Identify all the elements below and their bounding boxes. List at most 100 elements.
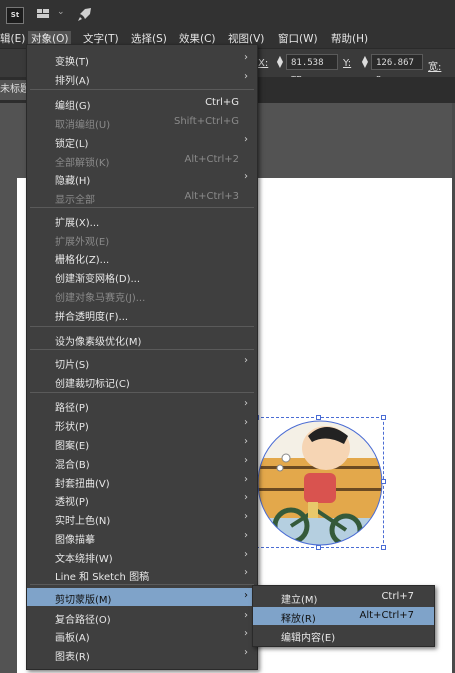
x-stepper-icon[interactable]: ▲ ▼ <box>275 55 285 69</box>
menu-item-label: 切片(S) <box>55 360 90 371</box>
menu-item[interactable]: 形状(P) › <box>27 415 257 433</box>
menu-item[interactable]: 文本绕排(W) › <box>27 547 257 565</box>
menu-item[interactable]: 图表(R) › <box>27 645 257 663</box>
menu-item[interactable]: 路径(P) › <box>27 396 257 414</box>
y-input[interactable]: 126.867 n <box>371 54 423 84</box>
menu-window[interactable]: 窗口(W) <box>278 31 318 46</box>
menu-item: 取消编组(U) Shift+Ctrl+G <box>27 113 257 131</box>
menu-item[interactable]: 编组(G) Ctrl+G <box>27 94 257 112</box>
selection-bounding-box[interactable] <box>254 415 386 550</box>
menu-item-label: 路径(P) <box>55 403 89 414</box>
document-tab[interactable]: 未标题 <box>0 80 26 100</box>
chevron-right-icon: › <box>244 355 248 366</box>
chevron-right-icon: › <box>244 590 248 601</box>
menu-item-label: 编组(G) <box>55 101 91 112</box>
menu-item[interactable]: 实时上色(N) › <box>27 509 257 527</box>
workspace-grid-icon[interactable] <box>37 9 49 18</box>
chevron-right-icon: › <box>244 511 248 522</box>
menu-item-label: 锁定(L) <box>55 139 89 150</box>
chevron-right-icon: › <box>244 171 248 182</box>
menu-edit[interactable]: 辑(E) <box>0 31 25 46</box>
menu-item-label: 形状(P) <box>55 422 89 433</box>
resize-handle[interactable] <box>316 545 321 550</box>
clipping-mask-submenu: 建立(M) Ctrl+7 释放(R) Alt+Ctrl+7 编辑内容(E) <box>252 585 435 647</box>
submenu-item-shortcut: Alt+Ctrl+7 <box>359 610 414 621</box>
chevron-right-icon: › <box>244 492 248 503</box>
menu-item-label: 创建对象马赛克(J)... <box>55 293 146 304</box>
submenu-item-release[interactable]: 释放(R) Alt+Ctrl+7 <box>253 607 434 625</box>
menu-item-shortcut: Ctrl+G <box>205 97 239 108</box>
menu-item-label: 取消编组(U) <box>55 120 111 131</box>
menu-item-label: 全部解锁(K) <box>55 158 110 169</box>
resize-handle[interactable] <box>316 415 321 420</box>
menu-item[interactable]: 隐藏(H) › <box>27 169 257 187</box>
menu-item[interactable]: 创建渐变网格(D)... <box>27 267 257 285</box>
menu-item-label: 设为像素级优化(M) <box>55 337 142 348</box>
menu-item[interactable]: 混合(B) › <box>27 453 257 471</box>
menu-item[interactable]: 画板(A) › <box>27 626 257 644</box>
submenu-item-label: 编辑内容(E) <box>281 633 336 644</box>
menu-separator <box>30 392 254 393</box>
menu-item[interactable]: 设为像素级优化(M) <box>27 330 257 348</box>
menu-item-label: 实时上色(N) <box>55 516 111 527</box>
menu-item[interactable]: 锁定(L) › <box>27 132 257 150</box>
submenu-item-edit-contents[interactable]: 编辑内容(E) <box>253 626 434 644</box>
submenu-item-label: 建立(M) <box>281 595 318 606</box>
submenu-item-label: 释放(R) <box>281 614 316 625</box>
rocket-icon[interactable] <box>77 6 93 22</box>
menu-item: 扩展外观(E) <box>27 230 257 248</box>
menu-item-label: 复合路径(O) <box>55 615 111 626</box>
chevron-down-icon[interactable]: ⌄ <box>57 7 65 17</box>
resize-handle[interactable] <box>381 415 386 420</box>
menu-item[interactable]: 变换(T) › <box>27 50 257 68</box>
menu-item-label: 显示全部 <box>55 195 95 206</box>
menu-item-label: 排列(A) <box>55 76 90 87</box>
menu-item-label: 文本绕排(W) <box>55 554 113 565</box>
menu-item-label: 变换(T) <box>55 57 89 68</box>
menu-item[interactable]: 透视(P) › <box>27 490 257 508</box>
menu-item[interactable]: 排列(A) › <box>27 69 257 87</box>
menu-item[interactable]: 扩展(X)... <box>27 211 257 229</box>
menu-item[interactable]: 封套扭曲(V) › <box>27 472 257 490</box>
menu-item[interactable]: 拼合透明度(F)... <box>27 305 257 323</box>
chevron-right-icon: › <box>244 398 248 409</box>
menu-item[interactable]: 创建裁切标记(C) <box>27 372 257 390</box>
menu-item[interactable]: 复合路径(O) › <box>27 608 257 626</box>
chevron-right-icon: › <box>244 52 248 63</box>
menu-item-label: 栅格化(Z)... <box>55 255 110 266</box>
menu-item[interactable]: 图案(E) › <box>27 434 257 452</box>
menu-item-shortcut: Alt+Ctrl+2 <box>184 154 239 165</box>
resize-handle[interactable] <box>381 545 386 550</box>
x-input[interactable]: 81.538 mm <box>286 54 338 84</box>
menu-item-label: 拼合透明度(F)... <box>55 312 129 323</box>
menu-separator <box>30 89 254 90</box>
app-logo: St <box>6 7 24 24</box>
menu-item[interactable]: 栅格化(Z)... <box>27 248 257 266</box>
menu-item-label: 扩展(X)... <box>55 218 100 229</box>
resize-handle[interactable] <box>381 479 386 484</box>
menu-item-label: 创建裁切标记(C) <box>55 379 130 390</box>
chevron-right-icon: › <box>244 71 248 82</box>
y-label: Y: <box>343 58 352 69</box>
menu-separator <box>30 207 254 208</box>
menu-item-label: 画板(A) <box>55 633 90 644</box>
menu-item[interactable]: 图像描摹 › <box>27 528 257 546</box>
chevron-right-icon: › <box>244 530 248 541</box>
menu-item-shortcut: Alt+Ctrl+3 <box>184 191 239 202</box>
menu-item[interactable]: Line 和 Sketch 图稿 › <box>27 565 257 583</box>
chevron-right-icon: › <box>244 134 248 145</box>
chevron-right-icon: › <box>244 628 248 639</box>
menu-item-label: 扩展外观(E) <box>55 237 110 248</box>
y-stepper-icon[interactable]: ▲ ▼ <box>360 55 370 69</box>
submenu-item-shortcut: Ctrl+7 <box>381 591 414 602</box>
menu-separator <box>30 326 254 327</box>
menu-item[interactable]: 剪切蒙版(M) › <box>27 588 257 606</box>
menu-item-shortcut: Shift+Ctrl+G <box>173 116 239 127</box>
x-label: X: <box>258 58 269 69</box>
menu-item-label: 隐藏(H) <box>55 176 91 187</box>
submenu-item-make[interactable]: 建立(M) Ctrl+7 <box>253 588 434 606</box>
menu-help[interactable]: 帮助(H) <box>331 31 368 46</box>
menu-item[interactable]: 切片(S) › <box>27 353 257 371</box>
menu-item: 全部解锁(K) Alt+Ctrl+2 <box>27 151 257 169</box>
menu-item: 创建对象马赛克(J)... <box>27 286 257 304</box>
